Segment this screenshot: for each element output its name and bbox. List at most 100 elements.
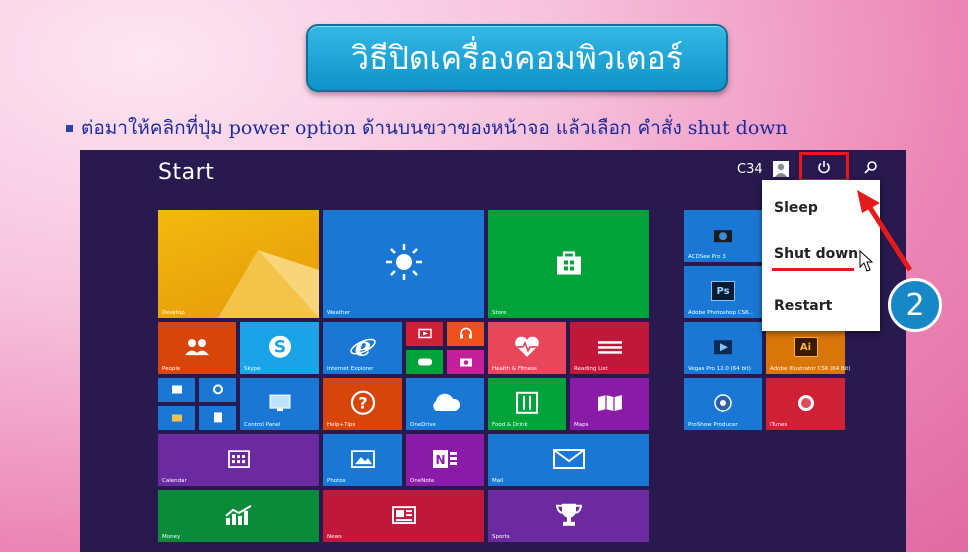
instruction-line: ต่อมาให้คลิกที่ปุ่ม power option ด้านบนข… (66, 113, 788, 143)
power-icon (818, 161, 830, 174)
tile-health-fitness[interactable]: Health & Fitness (488, 322, 566, 374)
tile-small-1[interactable] (158, 378, 195, 402)
gamepad-icon (417, 358, 432, 366)
tile-mail[interactable]: Mail (488, 434, 649, 486)
newspaper-icon (391, 506, 416, 525)
tile-sports[interactable]: Sports (488, 490, 649, 542)
user-name[interactable]: C34 (737, 162, 763, 177)
desktop-wallpaper-shape (218, 250, 319, 318)
reading-list-icon (597, 341, 622, 354)
onenote-icon: N (433, 450, 457, 468)
start-title: Start (158, 160, 215, 185)
skype-icon: S (268, 335, 291, 358)
tile-label: Vegas Pro 12.0 (64 bit) (688, 366, 751, 372)
tile-onedrive[interactable]: OneDrive (406, 378, 484, 430)
tile-control-panel[interactable]: Control Panel (240, 378, 319, 430)
folder-icon (171, 414, 182, 422)
tile-settings[interactable] (199, 378, 236, 402)
tile-reading-list[interactable]: Reading List (570, 322, 649, 374)
store-bag-icon (556, 251, 581, 275)
tile-label: Money (162, 534, 181, 540)
tile-label: Sports (492, 534, 510, 540)
heart-icon (515, 336, 539, 357)
user-avatar-icon[interactable] (773, 161, 789, 177)
tile-label: Skype (244, 366, 261, 372)
tile-label: Food & Drink (492, 422, 528, 428)
menu-item-restart[interactable]: Restart (774, 298, 832, 314)
tile-label: ProShow Producer (688, 422, 738, 428)
tile-label: Store (492, 310, 507, 316)
tile-acdsee[interactable]: ACDSee Pro 3 (684, 210, 762, 262)
tile-food-drink[interactable]: Food & Drink (488, 378, 566, 430)
tile-maps[interactable]: Maps (570, 378, 649, 430)
tile-itunes[interactable]: iTunes (766, 378, 845, 430)
illustrator-icon: Ai (793, 337, 818, 357)
tile-label: Weather (327, 310, 351, 316)
tile-label: OneNote (410, 478, 435, 484)
shut-down-underline (772, 268, 854, 271)
app-icon (171, 385, 182, 394)
photoshop-icon: Ps (711, 281, 735, 301)
tile-small-3[interactable] (158, 406, 195, 430)
step-number-badge: 2 (888, 278, 942, 332)
tile-label: iTunes (770, 422, 788, 428)
tile-games[interactable] (406, 350, 443, 374)
tile-label: Control Panel (244, 422, 281, 428)
trophy-icon (555, 503, 582, 526)
tile-camera[interactable] (447, 350, 484, 374)
tile-proshow[interactable]: ProShow Producer (684, 378, 762, 430)
tile-calendar[interactable]: Calendar (158, 434, 319, 486)
cloud-icon (433, 393, 461, 411)
tile-label: People (162, 366, 181, 372)
tile-label: Reading List (574, 366, 608, 372)
power-button[interactable] (799, 152, 849, 182)
slide-title-box: วิธีปิดเครื่องคอมพิวเตอร์ (306, 24, 728, 92)
menu-item-sleep[interactable]: Sleep (774, 200, 818, 216)
sun-icon (385, 244, 422, 280)
photo-icon (350, 450, 375, 469)
tile-label: Adobe Illustrator CS6 (64 Bit) (770, 366, 851, 372)
tile-help-tips[interactable]: ? Help+Tips (323, 378, 402, 430)
svg-text:e: e (354, 333, 371, 361)
headphones-icon (459, 327, 472, 339)
svg-text:?: ? (358, 394, 367, 413)
tile-desktop[interactable]: Desktop (158, 210, 319, 318)
tile-onenote[interactable]: N OneNote (406, 434, 484, 486)
tile-vegas[interactable]: Vegas Pro 12.0 (64 bit) (684, 322, 762, 374)
tile-label: Mail (492, 478, 504, 484)
cutlery-icon (516, 391, 538, 414)
tile-music[interactable] (447, 322, 484, 346)
tile-photos[interactable]: Photos (323, 434, 402, 486)
menu-item-shut-down[interactable]: Shut down (774, 246, 858, 262)
slide: วิธีปิดเครื่องคอมพิวเตอร์ ต่อมาให้คลิกที… (0, 0, 968, 552)
bullet-icon (66, 124, 73, 132)
tile-internet-explorer[interactable]: e Internet Explorer (323, 322, 402, 374)
tile-people[interactable]: People (158, 322, 236, 374)
tile-label: Adobe Photoshop CS6... (688, 310, 754, 316)
mail-icon (552, 449, 585, 469)
money-chart-icon (224, 505, 252, 525)
tile-news[interactable]: News (323, 490, 484, 542)
help-icon: ? (350, 390, 375, 415)
tile-store[interactable]: Store (488, 210, 649, 318)
tile-label: Internet Explorer (327, 366, 374, 372)
tile-weather[interactable]: Weather (323, 210, 484, 318)
tile-label: ACDSee Pro 3 (688, 254, 726, 260)
tile-photoshop[interactable]: Ps Adobe Photoshop CS6... (684, 266, 762, 318)
power-options-menu: Sleep Shut down Restart (762, 180, 880, 331)
tile-small-4[interactable] (199, 406, 236, 430)
tile-skype[interactable]: S Skype (240, 322, 319, 374)
svg-text:S: S (273, 338, 285, 358)
tile-video[interactable] (406, 322, 443, 346)
camera-app-icon (714, 230, 732, 243)
document-icon (213, 412, 222, 423)
mouse-cursor-icon (859, 250, 874, 272)
step-number: 2 (905, 287, 925, 323)
search-icon[interactable] (863, 160, 879, 176)
tile-label: Help+Tips (327, 422, 356, 428)
tile-money[interactable]: Money (158, 490, 319, 542)
slide-title: วิธีปิดเครื่องคอมพิวเตอร์ (351, 38, 683, 77)
calendar-icon (227, 450, 250, 469)
control-panel-icon (269, 394, 290, 412)
tile-label: Desktop (162, 310, 185, 316)
